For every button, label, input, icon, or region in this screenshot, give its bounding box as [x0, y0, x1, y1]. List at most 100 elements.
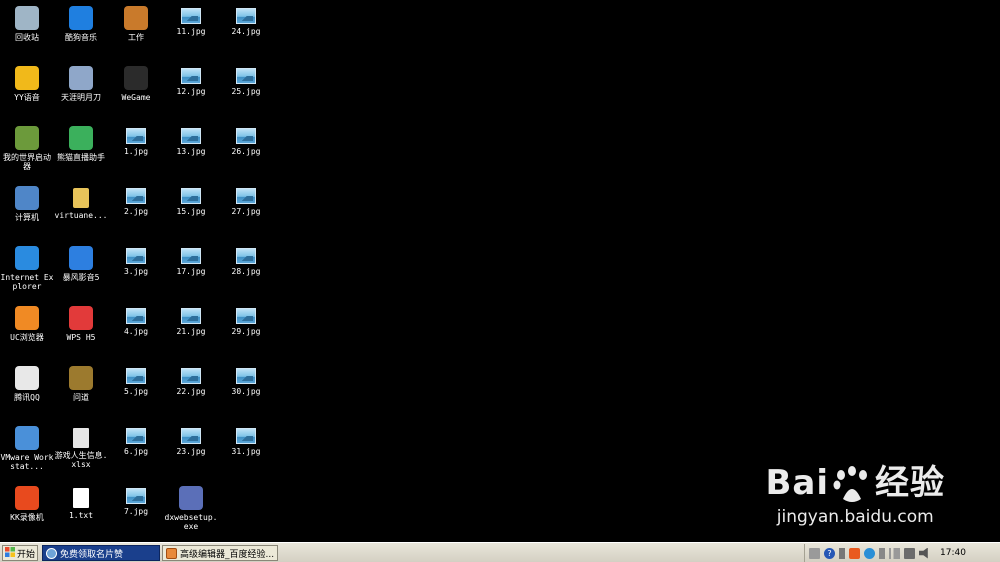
- image-file-icon: [181, 68, 201, 84]
- desktop-icon[interactable]: 2.jpg: [109, 182, 163, 216]
- desktop-icon[interactable]: virtuane...: [54, 182, 108, 220]
- image-file-icon: [181, 428, 201, 444]
- desktop-icon[interactable]: 23.jpg: [164, 422, 218, 456]
- desktop-icon[interactable]: 酷狗音乐: [54, 2, 108, 42]
- desktop-icon-label: 7.jpg: [123, 507, 149, 516]
- desktop-icon[interactable]: 熊猫直播助手: [54, 122, 108, 162]
- desktop-icon[interactable]: 27.jpg: [219, 182, 273, 216]
- desktop-icon[interactable]: 26.jpg: [219, 122, 273, 156]
- baidu-paw-icon: [829, 465, 875, 505]
- desktop-icon-label: 我的世界启动器: [3, 153, 51, 171]
- image-file-icon: [236, 188, 256, 204]
- monitor-icon[interactable]: [904, 547, 915, 559]
- security-shield-icon[interactable]: [864, 547, 875, 559]
- wendao-game-icon: [69, 366, 93, 390]
- watermark-brand: Bai 经验: [765, 455, 945, 505]
- desktop-icon[interactable]: 17.jpg: [164, 242, 218, 276]
- desktop-icon[interactable]: 计算机: [0, 182, 54, 222]
- folder-icon: [73, 188, 89, 208]
- image-file-icon: [126, 368, 146, 384]
- desktop-icon-label: 24.jpg: [231, 27, 261, 36]
- desktop-icon[interactable]: 暴风影音5: [54, 242, 108, 282]
- qq-icon: [15, 366, 39, 390]
- desktop-icon[interactable]: 22.jpg: [164, 362, 218, 396]
- start-button[interactable]: 开始: [2, 545, 38, 561]
- image-file-icon: [126, 128, 146, 144]
- settings-icon[interactable]: [839, 547, 845, 559]
- panda-live-icon: [69, 126, 93, 150]
- desktop-icon-label: 23.jpg: [176, 447, 206, 456]
- desktop-icon-label: 29.jpg: [231, 327, 261, 336]
- volume-icon[interactable]: [919, 547, 928, 559]
- desktop-icon[interactable]: VMware Workstat...: [0, 422, 54, 471]
- desktop-icon[interactable]: WPS H5: [54, 302, 108, 342]
- desktop-icon[interactable]: KK录像机: [0, 482, 54, 522]
- desktop-icon[interactable]: 24.jpg: [219, 2, 273, 36]
- desktop-icon[interactable]: 6.jpg: [109, 422, 163, 456]
- desktop-icon[interactable]: dxwebsetup.exe: [164, 482, 218, 531]
- desktop-icon[interactable]: 7.jpg: [109, 482, 163, 516]
- desktop-icon-label: 28.jpg: [231, 267, 261, 276]
- desktop-icon-label: 1.jpg: [123, 147, 149, 156]
- desktop-icon-label: 熊猫直播助手: [57, 153, 105, 162]
- watermark-brand-text: Bai: [765, 463, 829, 503]
- yy-voice-icon: [15, 66, 39, 90]
- briefcase-icon: [124, 6, 148, 30]
- desktop-icon[interactable]: 5.jpg: [109, 362, 163, 396]
- desktop-icon-label: 26.jpg: [231, 147, 261, 156]
- desktop-icon[interactable]: 13.jpg: [164, 122, 218, 156]
- taskbar-task-2[interactable]: 高级编辑器_百度经验...: [162, 545, 278, 561]
- desktop-icon[interactable]: 游戏人生信息.xlsx: [54, 422, 108, 469]
- desktop-icon[interactable]: 21.jpg: [164, 302, 218, 336]
- desktop-icon[interactable]: 11.jpg: [164, 2, 218, 36]
- desktop-icon[interactable]: 回收站: [0, 2, 54, 42]
- image-file-icon: [236, 248, 256, 264]
- desktop-icon[interactable]: 29.jpg: [219, 302, 273, 336]
- desktop-icon[interactable]: 腾讯QQ: [0, 362, 54, 402]
- desktop-icon-label: 暴风影音5: [62, 273, 100, 282]
- desktop-icon[interactable]: 15.jpg: [164, 182, 218, 216]
- desktop-icon-label: 腾讯QQ: [14, 393, 40, 402]
- help-icon[interactable]: ?: [824, 547, 835, 559]
- sogou-input-icon[interactable]: [849, 547, 860, 559]
- desktop-icon[interactable]: 28.jpg: [219, 242, 273, 276]
- clock[interactable]: 17:40: [940, 548, 966, 558]
- desktop-icon-label: 21.jpg: [176, 327, 206, 336]
- browser-globe-icon: [166, 547, 177, 559]
- desktop-icon[interactable]: WeGame: [109, 62, 163, 102]
- desktop-icon[interactable]: YY语音: [0, 62, 54, 102]
- desktop: 回收站 酷狗音乐 工作 11.jpg 24.jpg YY语音 天涯明月刀 WeGame 12.j…: [0, 0, 1000, 542]
- image-file-icon: [126, 188, 146, 204]
- desktop-icon[interactable]: 30.jpg: [219, 362, 273, 396]
- desktop-icon[interactable]: Internet Explorer: [0, 242, 54, 291]
- desktop-icon[interactable]: 1.txt: [54, 482, 108, 520]
- desktop-icon[interactable]: 1.jpg: [109, 122, 163, 156]
- image-file-icon: [236, 308, 256, 324]
- text-file-icon: [73, 488, 89, 508]
- desktop-icon-label: 27.jpg: [231, 207, 261, 216]
- desktop-icon-label: 4.jpg: [123, 327, 149, 336]
- task-label: 高级编辑器_百度经验...: [180, 549, 275, 560]
- network-signal-icon[interactable]: [889, 547, 900, 559]
- taskbar-task-1[interactable]: 免费领取名片赞: [42, 545, 160, 561]
- desktop-icon-label: 天涯明月刀: [61, 93, 101, 102]
- image-file-icon: [181, 188, 201, 204]
- chevron-icon[interactable]: [879, 547, 885, 559]
- keyboard-icon[interactable]: [809, 547, 820, 559]
- desktop-icon[interactable]: 25.jpg: [219, 62, 273, 96]
- windows-logo-icon: [5, 546, 15, 560]
- desktop-icon[interactable]: 3.jpg: [109, 242, 163, 276]
- desktop-icon[interactable]: 我的世界启动器: [0, 122, 54, 171]
- desktop-icon-label: YY语音: [14, 93, 40, 102]
- desktop-icon[interactable]: UC浏览器: [0, 302, 54, 342]
- desktop-icon[interactable]: 4.jpg: [109, 302, 163, 336]
- desktop-icon[interactable]: 12.jpg: [164, 62, 218, 96]
- desktop-icon[interactable]: 天涯明月刀: [54, 62, 108, 102]
- system-tray: ? 17:40: [804, 544, 1000, 562]
- desktop-icon-label: 30.jpg: [231, 387, 261, 396]
- desktop-icon[interactable]: 31.jpg: [219, 422, 273, 456]
- desktop-icon[interactable]: 问道: [54, 362, 108, 402]
- image-file-icon: [181, 128, 201, 144]
- desktop-icon-label: 5.jpg: [123, 387, 149, 396]
- desktop-icon[interactable]: 工作: [109, 2, 163, 42]
